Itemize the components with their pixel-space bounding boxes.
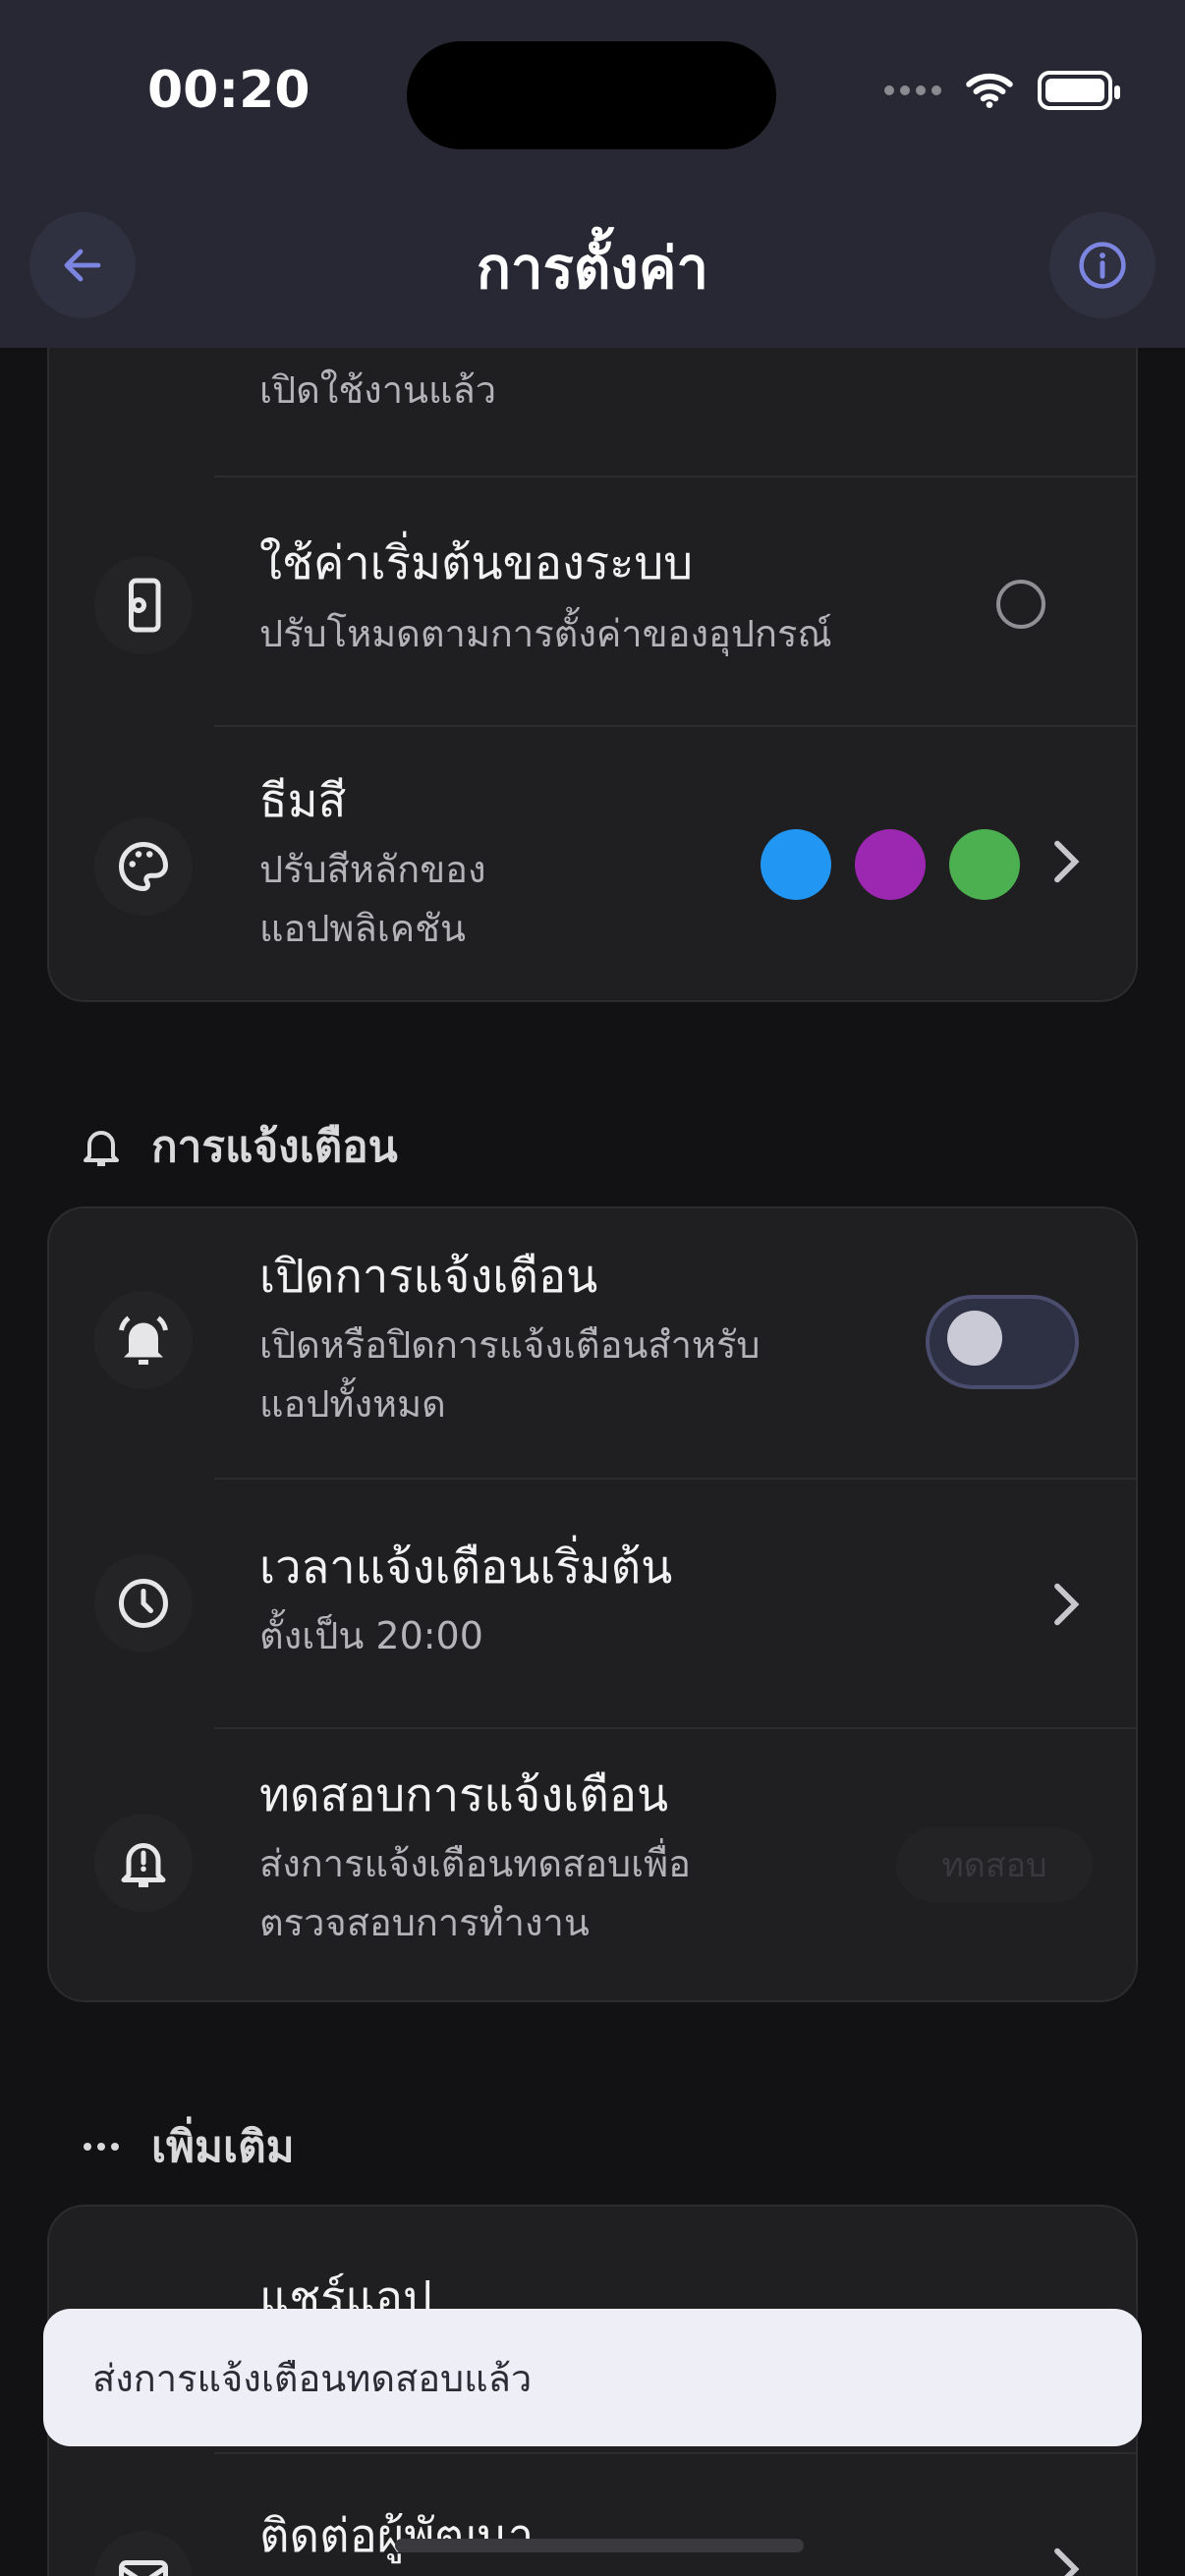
enable-notifications-row[interactable]: เปิดการแจ้งเตือน เปิดหรือปิดการแจ้งเตือน…	[49, 1208, 1136, 1480]
settings-scroll-content[interactable]: เปิดใช้งานแล้ว ใช้ค่าเริ่มต้นของระบบ ปรั…	[0, 0, 1185, 2576]
test-notification-subtitle-1: ส่งการแจ้งเตือนทดสอบเพื่อ	[259, 1842, 692, 1885]
test-notification-button[interactable]: ทดสอบ	[896, 1827, 1093, 1902]
bell-icon	[77, 1122, 126, 1171]
theme-swatches	[761, 829, 1020, 900]
dynamic-island	[407, 41, 776, 149]
enable-notifications-subtitle-2: แอปทั้งหมด	[259, 1382, 446, 1426]
signal-icon	[884, 85, 941, 95]
theme-color-row[interactable]: ธีมสี ปรับสีหลักของ แอปพลิเคชัน	[49, 727, 1136, 1000]
enable-notifications-toggle[interactable]	[926, 1295, 1079, 1389]
chevron-right-icon	[1054, 1583, 1080, 1626]
dark-mode-subtitle: เปิดใช้งานแล้ว	[259, 368, 497, 412]
notifications-section-label: การแจ้งเตือน	[151, 1122, 398, 1172]
theme-swatch-2[interactable]	[855, 829, 926, 900]
info-button[interactable]	[1049, 212, 1156, 318]
mail-icon	[94, 2531, 193, 2576]
page-title: การตั้งค่า	[476, 235, 709, 302]
status-icons	[884, 71, 1120, 110]
toast-message: ส่งการแจ้งเตือนทดสอบแล้ว	[92, 2356, 533, 2400]
home-indicator[interactable]	[395, 2539, 804, 2552]
enable-notifications-toggle-knob	[947, 1311, 1002, 1366]
phone-settings-icon	[94, 556, 193, 654]
theme-color-title: ธีมสี	[259, 774, 347, 828]
contact-developer-title: ติดต่อผู้พัฒนา	[259, 2509, 535, 2563]
snackbar-toast: ส่งการแจ้งเตือนทดสอบแล้ว	[43, 2309, 1142, 2446]
more-dots-icon	[77, 2122, 126, 2171]
chevron-right-icon	[1054, 2548, 1080, 2576]
info-icon	[1079, 242, 1126, 289]
test-notification-row: ทดสอบการแจ้งเตือน ส่งการแจ้งเตือนทดสอบเพ…	[49, 1729, 1136, 2000]
default-time-subtitle: ตั้งเป็น 20:00	[259, 1614, 483, 1657]
battery-icon	[1038, 71, 1120, 110]
top-app-bar: 00:20 การตั้งค่า	[0, 0, 1185, 348]
system-default-radio[interactable]	[996, 580, 1045, 629]
bell-alert-icon	[94, 1814, 193, 1912]
clock-icon	[94, 1554, 193, 1652]
system-default-subtitle: ปรับโหมดตามการตั้งค่าของอุปกรณ์	[259, 612, 832, 655]
system-default-title: ใช้ค่าเริ่มต้นของระบบ	[259, 536, 694, 590]
chevron-right-icon	[1054, 840, 1080, 883]
palette-icon	[94, 817, 193, 916]
status-time: 00:20	[147, 61, 310, 120]
enable-notifications-subtitle-1: เปิดหรือปิดการแจ้งเตือนสำหรับ	[259, 1323, 761, 1367]
test-notification-title: ทดสอบการแจ้งเตือน	[259, 1768, 669, 1822]
theme-color-subtitle-1: ปรับสีหลักของ	[259, 848, 486, 891]
theme-color-subtitle-2: แอปพลิเคชัน	[259, 907, 466, 950]
more-section-label: เพิ่มเติม	[151, 2122, 295, 2172]
theme-swatch-1[interactable]	[761, 829, 831, 900]
theme-swatch-3[interactable]	[949, 829, 1020, 900]
default-time-row[interactable]: เวลาแจ้งเตือนเริ่มต้น ตั้งเป็น 20:00	[49, 1480, 1136, 1729]
bell-ring-icon	[94, 1291, 193, 1389]
notifications-card: เปิดการแจ้งเตือน เปิดหรือปิดการแจ้งเตือน…	[47, 1206, 1138, 2002]
notifications-section-header: การแจ้งเตือน	[77, 1112, 398, 1181]
wifi-icon	[966, 73, 1013, 108]
default-time-title: เวลาแจ้งเตือนเริ่มต้น	[259, 1540, 673, 1595]
test-notification-subtitle-2: ตรวจสอบการทำงาน	[259, 1901, 590, 1944]
enable-notifications-title: เปิดการแจ้งเตือน	[259, 1250, 598, 1304]
contact-developer-row[interactable]: ติดต่อผู้พัฒนา	[49, 2454, 1136, 2576]
more-section-header: เพิ่มเติม	[77, 2112, 295, 2181]
system-default-row[interactable]: ใช้ค่าเริ่มต้นของระบบ ปรับโหมดตามการตั้ง…	[49, 477, 1136, 727]
